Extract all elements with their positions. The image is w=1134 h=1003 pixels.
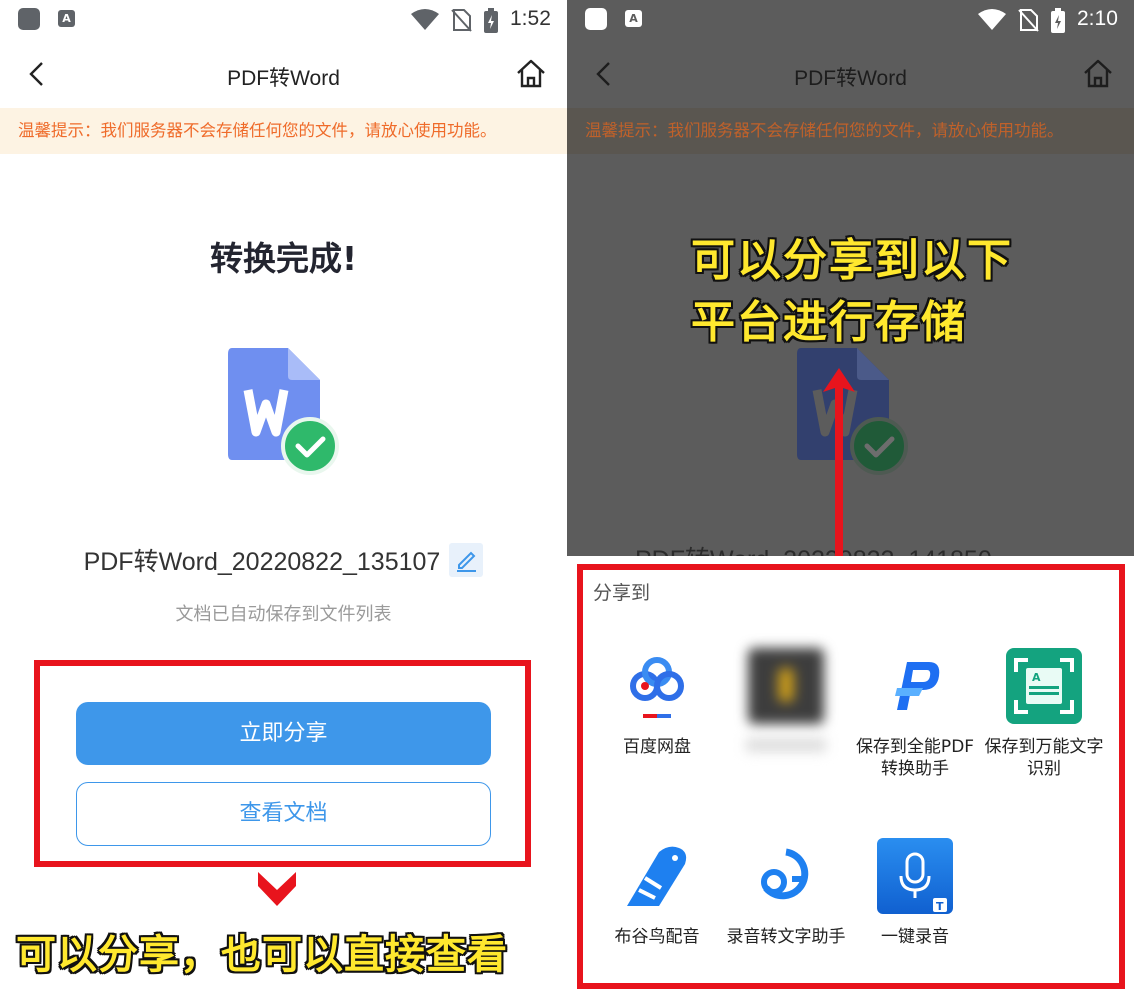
share-sheet: 分享到 百度网盘 保存到全能PDF转换助手 A 保存到万能文字识别 布谷鸟配音 … <box>567 556 1134 1003</box>
wifi-icon <box>978 9 1006 30</box>
page-title: PDF转Word <box>227 67 340 90</box>
svg-text:T: T <box>936 900 944 913</box>
title-bar: PDF转Word <box>0 46 567 104</box>
right-screen: A 2:10 PDF转Word 温馨提示：我们服务器不会存储任何您的文件，请放心… <box>567 0 1134 1003</box>
screenshot-root: A 1:52 PDF转Word 温馨提示：我们服务器不会存储任何您的文件，请放心… <box>0 0 1134 1003</box>
share-target-pdf-converter[interactable]: 保存到全能PDF转换助手 <box>850 648 980 780</box>
home-icon[interactable] <box>515 58 547 90</box>
page-title: PDF转Word <box>794 67 907 90</box>
completion-heading: 转换完成! <box>209 239 358 278</box>
down-arrow-icon <box>258 872 296 906</box>
privacy-notice: 温馨提示：我们服务器不会存储任何您的文件，请放心使用功能。 <box>0 108 567 154</box>
share-target-recording-to-text[interactable]: 录音转文字助手 <box>721 838 851 948</box>
title-bar: PDF转Word <box>567 46 1134 104</box>
no-sim-icon <box>451 9 472 32</box>
share-target-one-tap-recording[interactable]: T 一键录音 <box>850 838 980 948</box>
share-target-label: 百度网盘 <box>623 737 691 757</box>
output-filename: PDF转Word_20220822_135107 <box>83 548 441 576</box>
a-badge-icon: A <box>625 10 642 27</box>
baidu-netdisk-icon <box>619 648 695 724</box>
share-sheet-title: 分享到 <box>593 582 651 604</box>
clock-text: 2:10 <box>1077 7 1118 30</box>
privacy-notice: 温馨提示：我们服务器不会存储任何您的文件，请放心使用功能。 <box>567 108 1134 154</box>
autosave-note: 文档已自动保存到文件列表 <box>175 604 392 625</box>
share-target-blurred-app[interactable] <box>721 648 851 758</box>
battery-charging-icon <box>484 8 498 33</box>
notification-square-icon <box>18 8 40 30</box>
share-target-label <box>721 736 851 758</box>
left-screen: A 1:52 PDF转Word 温馨提示：我们服务器不会存储任何您的文件，请放心… <box>0 0 567 1003</box>
battery-charging-icon <box>1051 8 1065 33</box>
blurred-app-icon <box>748 648 824 724</box>
cuckoo-dubbing-icon <box>619 838 695 914</box>
annotation-caption: 可以分享，也可以直接查看 <box>16 932 508 978</box>
filename-row: PDF转Word_20220822_135107 <box>0 542 567 578</box>
recording-to-text-icon <box>748 838 824 914</box>
clock-text: 1:52 <box>510 7 551 30</box>
share-target-label: 保存到万能文字识别 <box>984 737 1104 779</box>
view-document-button[interactable]: 查看文档 <box>76 782 491 846</box>
a-badge-icon: A <box>58 10 75 27</box>
no-sim-icon <box>1018 9 1039 32</box>
pdf-converter-icon <box>877 648 953 724</box>
status-bar: A 1:52 <box>0 0 567 40</box>
svg-text:A: A <box>1032 671 1041 684</box>
share-target-baidu-netdisk[interactable]: 百度网盘 <box>592 648 722 758</box>
dimmed-background: A 2:10 PDF转Word 温馨提示：我们服务器不会存储任何您的文件，请放心… <box>567 0 1134 556</box>
word-document-success-icon <box>228 348 339 475</box>
edit-pencil-icon[interactable] <box>449 543 484 577</box>
notification-square-icon <box>585 8 607 30</box>
home-icon[interactable] <box>1082 58 1114 90</box>
annotation-caption-line1: 可以分享到以下 <box>691 235 1013 286</box>
one-tap-recording-icon: T <box>877 838 953 914</box>
share-target-label: 录音转文字助手 <box>726 927 846 947</box>
up-arrow-icon <box>823 368 855 556</box>
share-target-text-recognition[interactable]: A 保存到万能文字识别 <box>979 648 1109 780</box>
share-target-cuckoo-dubbing[interactable]: 布谷鸟配音 <box>592 838 722 948</box>
wifi-icon <box>411 9 439 30</box>
status-bar: A 2:10 <box>567 0 1134 40</box>
share-target-label: 一键录音 <box>881 927 949 947</box>
text-recognition-icon: A <box>1006 648 1082 724</box>
share-now-button[interactable]: 立即分享 <box>76 702 491 765</box>
annotation-caption-line2: 平台进行存储 <box>691 297 967 348</box>
share-target-label: 布谷鸟配音 <box>614 927 700 947</box>
output-filename: PDF转Word_20220822_141850 <box>635 540 992 556</box>
share-target-label: 保存到全能PDF转换助手 <box>855 737 975 779</box>
